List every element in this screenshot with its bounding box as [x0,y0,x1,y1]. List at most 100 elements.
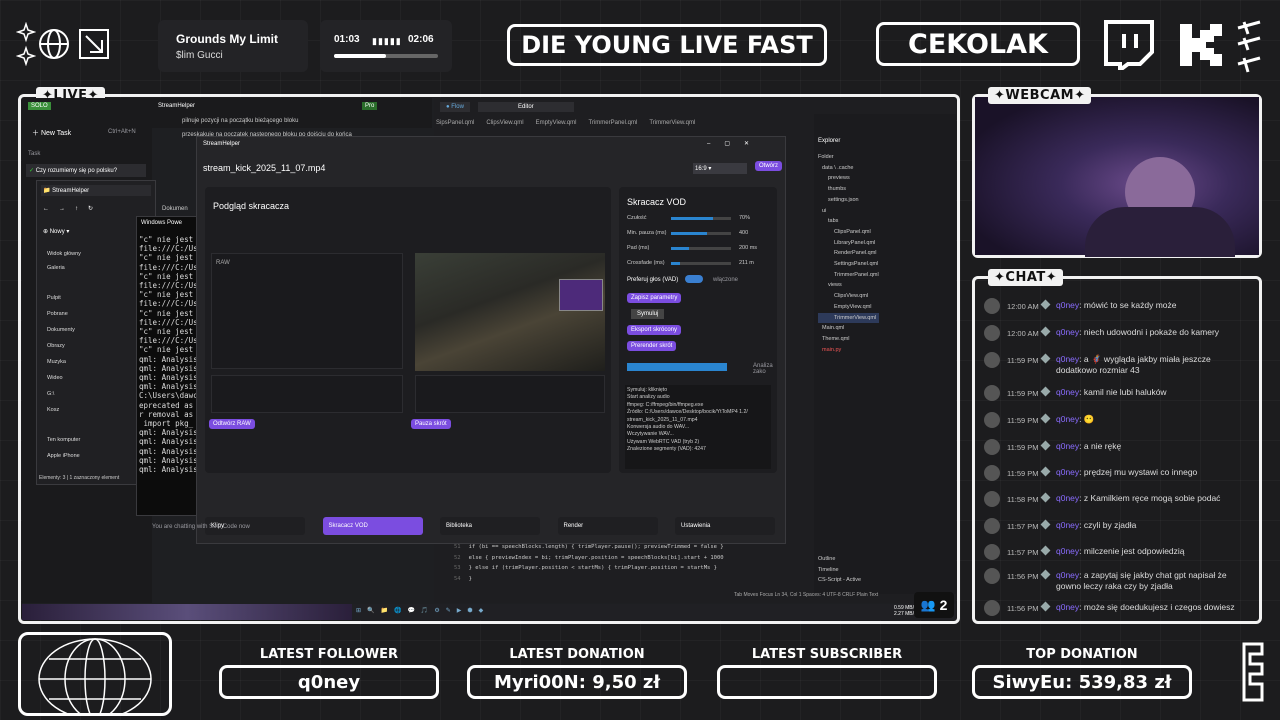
tree-item[interactable]: views [818,280,879,291]
tree-item[interactable]: Folder [818,152,879,163]
new-task-label: New Task [40,130,72,137]
avatar [984,385,1000,401]
sidebar-item[interactable]: Galeria [47,265,65,271]
tree-item[interactable]: ClipsView.qml [818,291,879,302]
chat-username[interactable]: q0ney [1056,414,1079,424]
tree-item[interactable]: TrimmerPanel.qml [818,270,879,281]
chat-input[interactable]: You are chatting with Solo Code now [152,524,250,530]
outline-section[interactable]: Outline [818,554,861,565]
task-item[interactable]: ✓ Czy rozumiemy się po polsku? [26,164,146,177]
channel-name: CEKOLAK [908,28,1048,60]
chat-time: 11:59 PM [1007,443,1039,452]
tree-item[interactable]: EmptyView.qml [818,302,879,313]
chat-text: : milczenie jest odpowiedzią [1079,546,1185,556]
chat-username[interactable]: q0ney [1056,602,1079,612]
chat-username[interactable]: q0ney [1056,327,1079,337]
tree-item[interactable]: TrimmerView.qml [818,312,879,324]
vad-toggle[interactable] [685,275,703,283]
tree-item[interactable]: main.py [818,345,879,356]
sidebar-item[interactable]: Obrazy [47,343,65,349]
play-raw-button[interactable]: Odtwórz RAW [209,419,255,429]
sidebar-item[interactable]: Ten komputer [47,437,80,443]
chat-text: : a 🦸 wygląda jakby miała jeszcze dodatk… [1056,354,1211,375]
stat-value: q0ney [219,665,439,699]
powershell-title: Windows Powe [141,220,183,226]
pause-short-button[interactable]: Pauza skrót [411,419,451,429]
new-button[interactable]: ⊕ Nowy ▾ [43,228,69,235]
file-tab[interactable]: TrimmerView.qml [649,120,695,126]
chat-username[interactable]: q0ney [1056,493,1079,503]
tree-item[interactable]: Theme.qml [818,334,879,345]
sidebar-item[interactable]: Muzyka [47,359,66,365]
tree-item[interactable]: RenderPanel.qml [818,248,879,259]
tree-item[interactable]: data \ .cache [818,163,879,174]
file-tab[interactable]: EmptyView.qml [536,120,577,126]
explorer-tab[interactable]: 📁 StreamHelper [41,185,151,196]
sidebar-item[interactable]: Wideo [47,375,63,381]
sidebar-item[interactable]: Kosz [47,407,59,413]
tree-item[interactable]: settings.json [818,195,879,206]
explorer-status: Elementy: 3 | 1 zaznaczony element [39,475,120,481]
line-text: } else if (trimPlayer.position < startMs… [468,565,717,572]
outline-section[interactable]: Timeline [818,565,861,576]
sidebar-item[interactable]: Pobrane [47,311,68,317]
tree-item[interactable]: Main.qml [818,323,879,334]
param-slider[interactable] [671,232,731,235]
param-slider[interactable] [671,247,731,250]
wire-globe-icon [38,638,152,720]
new-task-button[interactable]: ＋ New Task [32,128,71,138]
terminal-line: "c" nie jest [139,308,194,318]
helper-tab[interactable]: Render [557,517,658,535]
sidebar-item[interactable]: Pulpit [47,295,61,301]
log-output: Symuluj: kliknięto Start analizy audio ffm… [625,385,771,469]
param-label: Crossfade (ms) [627,260,665,266]
helper-tab[interactable]: Skracacz VOD [322,517,423,535]
tree-item[interactable]: ClipsPanel.qml [818,227,879,238]
tree-item[interactable]: thumbs [818,184,879,195]
param-label: Min. pauza (ms) [627,230,667,236]
save-params-button[interactable]: Zapisz parametry [627,293,682,303]
chat-username[interactable]: q0ney [1056,467,1079,477]
helper-tab[interactable]: Ustawienia [675,517,775,535]
aspect-select[interactable]: 16:9 ▾ [693,163,747,174]
tree-item[interactable]: ui [818,206,879,217]
prerender-button[interactable]: Prerender skrót [627,341,677,351]
tree-item[interactable]: tabs [818,216,879,227]
sidebar-item[interactable]: Apple iPhone [47,453,80,459]
terminal-line: file:///C:/Us [139,244,198,254]
chat-username[interactable]: q0ney [1056,520,1079,530]
tree-item[interactable]: SettingsPanel.qml [818,259,879,270]
terminal-line: qml: Analysis [139,363,198,373]
file-tab[interactable]: TrimmerPanel.qml [589,120,638,126]
ide-tab-editor[interactable]: Editor [478,102,574,112]
code-line: 52 else { previewIndex = bi; trimPlayer.p… [454,553,724,564]
tree-item[interactable]: LibraryPanel.qml [818,238,879,249]
nav-arrows[interactable]: ←→↑↻ [43,205,103,212]
sidebar-item[interactable]: Widok główny [47,251,81,257]
param-slider[interactable] [671,217,731,220]
line-number: 53 [454,565,461,572]
chat-username[interactable]: q0ney [1056,441,1079,451]
chat-username[interactable]: q0ney [1056,300,1079,310]
ide-tab-flow[interactable]: ● Flow [440,102,470,112]
chat-username[interactable]: q0ney [1056,354,1079,364]
taskbar-apps[interactable]: ⊞🔍📁🌐💬🎵⚙✎▶⬢◆ [356,607,489,614]
tree-item[interactable]: previews [818,173,879,184]
sidebar-item[interactable]: G:\ [47,391,54,397]
chat-time: 11:57 PM [1007,548,1039,557]
chat-username[interactable]: q0ney [1056,387,1079,397]
simulate-button[interactable]: Symuluj [631,309,665,319]
file-tab[interactable]: SipsPanel.qml [436,120,474,126]
window-controls[interactable]: –▢✕ [707,140,763,147]
chat-username[interactable]: q0ney [1056,570,1079,580]
file-tab[interactable]: ClipsView.qml [486,120,523,126]
param-slider[interactable] [671,262,731,265]
chat-username[interactable]: q0ney [1056,546,1079,556]
sidebar-item[interactable]: Dokumenty [47,327,75,333]
open-button[interactable]: Otwórz [755,161,783,171]
streamer-body [1085,207,1235,257]
chat-time: 11:59 PM [1007,416,1039,425]
outline-section[interactable]: CS-Script - Active [818,575,861,586]
export-button[interactable]: Eksport skrócony [627,325,682,335]
helper-tab[interactable]: Biblioteka [440,517,540,535]
